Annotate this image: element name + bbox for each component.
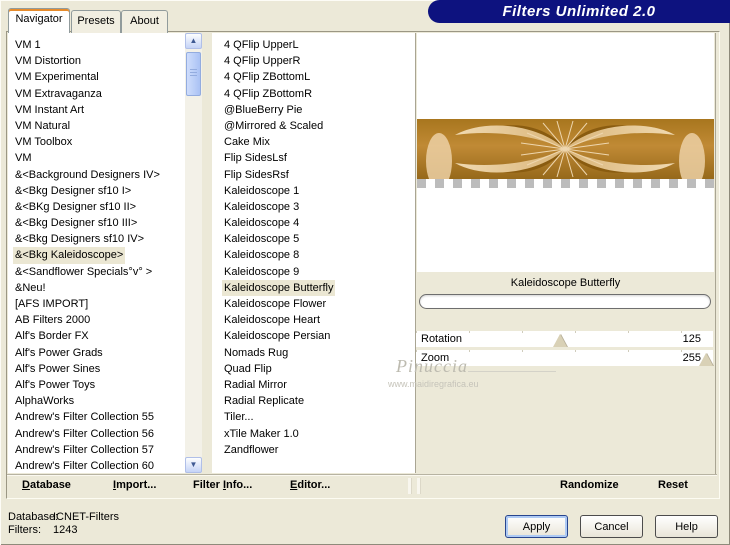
list-item[interactable]: AB Filters 2000 <box>8 312 185 328</box>
list-item[interactable]: Radial Mirror <box>222 377 415 393</box>
database-menu-item[interactable]: Database <box>22 479 71 491</box>
cancel-button[interactable]: Cancel <box>580 515 643 538</box>
watermark-name: Pinuccia <box>396 356 468 376</box>
list-item[interactable]: VM Extravaganza <box>8 86 185 102</box>
list-item[interactable]: Radial Replicate <box>222 393 415 409</box>
tab-about[interactable]: About <box>121 10 168 33</box>
tab-navigator[interactable]: Navigator <box>8 8 70 33</box>
list-item[interactable]: Kaleidoscope 1 <box>222 183 415 199</box>
kaleidoscope-preview-art <box>417 119 714 189</box>
import-menu-item[interactable]: Import... <box>113 479 156 491</box>
list-item[interactable]: Alf's Power Grads <box>8 345 185 361</box>
bottom-toolbar: Database Import... Filter Info... Editor… <box>7 474 717 497</box>
list-item[interactable]: Kaleidoscope 3 <box>222 199 415 215</box>
list-item[interactable]: &Neu! <box>8 280 185 296</box>
rotation-slider[interactable]: Rotation 125 <box>416 331 713 347</box>
list-item[interactable]: VM Experimental <box>8 69 185 85</box>
scroll-down-button[interactable]: ▼ <box>185 457 202 473</box>
list-item[interactable]: Alf's Power Toys <box>8 377 185 393</box>
list-item[interactable]: 4 QFlip ZBottomR <box>222 86 415 102</box>
chevron-down-icon: ▼ <box>189 460 198 469</box>
list-item[interactable]: Alf's Power Sines <box>8 361 185 377</box>
list-item[interactable]: Kaleidoscope Flower <box>222 296 415 312</box>
list-item[interactable]: Kaleidoscope 5 <box>222 231 415 247</box>
list-item[interactable]: &<Background Designers IV> <box>8 167 185 183</box>
editor-menu-item[interactable]: Editor... <box>290 479 330 491</box>
list-item[interactable]: [AFS IMPORT] <box>8 296 185 312</box>
database-status-value: ICNET-Filters <box>53 511 119 523</box>
list-item[interactable]: VM Instant Art <box>8 102 185 118</box>
list-item[interactable]: Nomads Rug <box>222 345 415 361</box>
preview-image[interactable] <box>417 33 714 272</box>
rotation-label: Rotation <box>421 333 462 345</box>
toolbar-separator <box>408 478 411 494</box>
list-item[interactable]: Flip SidesRsf <box>222 167 415 183</box>
filters-count-value: 1243 <box>53 524 78 536</box>
list-item[interactable]: Andrew's Filter Collection 60 <box>8 458 185 473</box>
list-item[interactable]: Kaleidoscope Persian <box>222 328 415 344</box>
list-item[interactable]: AlphaWorks <box>8 393 185 409</box>
toolbar-separator <box>417 478 420 494</box>
list-item[interactable]: Andrew's Filter Collection 55 <box>8 409 185 425</box>
transparency-checker <box>417 179 714 188</box>
list-item[interactable]: Kaleidoscope Heart <box>222 312 415 328</box>
filter-info-menu-item[interactable]: Filter Info... <box>193 479 252 491</box>
list-item[interactable]: &<Bkg Designer sf10 III> <box>8 215 185 231</box>
tab-presets[interactable]: Presets <box>71 10 121 33</box>
scrollbar-thumb[interactable] <box>186 52 201 96</box>
list-item[interactable]: &<Bkg Designers sf10 IV> <box>8 231 185 247</box>
list-item[interactable]: Tiler... <box>222 409 415 425</box>
list-item[interactable]: Andrew's Filter Collection 56 <box>8 426 185 442</box>
zoom-slider-thumb[interactable] <box>698 353 713 366</box>
selected-filter-name: Kaleidoscope Butterfly <box>510 277 621 289</box>
watermark-line <box>468 371 556 372</box>
randomize-button[interactable]: Randomize <box>560 479 619 491</box>
window-title: Filters Unlimited 2.0 <box>428 0 730 23</box>
list-item[interactable]: VM <box>8 150 185 166</box>
list-item[interactable]: Flip SidesLsf <box>222 150 415 166</box>
scroll-up-button[interactable]: ▲ <box>185 33 202 49</box>
chevron-up-icon: ▲ <box>189 36 198 45</box>
list-item[interactable]: VM Natural <box>8 118 185 134</box>
filters-unlimited-window: { "window": { "title": "Filters Unlimite… <box>0 0 730 545</box>
list-item[interactable]: &<BKg Designer sf10 II> <box>8 199 185 215</box>
list-item[interactable]: Kaleidoscope Butterfly <box>222 279 415 297</box>
progress-bar <box>419 294 711 309</box>
list-item[interactable]: @Mirrored & Scaled <box>222 118 415 134</box>
rotation-slider-thumb[interactable] <box>553 334 568 347</box>
database-status-label: Database: <box>8 511 59 523</box>
list-item[interactable]: xTile Maker 1.0 <box>222 426 415 442</box>
list-item[interactable]: Kaleidoscope 9 <box>222 264 415 280</box>
category-scrollbar[interactable]: ▲ ▼ <box>185 33 202 473</box>
list-item[interactable]: Zandflower <box>222 442 415 458</box>
list-item[interactable]: Andrew's Filter Collection 57 <box>8 442 185 458</box>
list-item[interactable]: Kaleidoscope 8 <box>222 247 415 263</box>
watermark-url: www.maidiregrafica.eu <box>388 379 479 389</box>
list-item[interactable]: @BlueBerry Pie <box>222 102 415 118</box>
list-item[interactable]: 4 QFlip UpperL <box>222 37 415 53</box>
filter-list[interactable]: 4 QFlip UpperL 4 QFlip UpperR 4 QFlip ZBot… <box>212 33 415 473</box>
list-item[interactable]: &<Bkg Designer sf10 I> <box>8 183 185 199</box>
list-item[interactable]: 4 QFlip UpperR <box>222 53 415 69</box>
list-item[interactable]: VM 1 <box>8 37 185 53</box>
preview-panel: Kaleidoscope Butterfly Rotation 125 Zoom… <box>416 33 715 495</box>
category-list[interactable]: VM 1 VM Distortion VM Experimental VM Extra… <box>8 33 185 473</box>
list-item[interactable]: Alf's Border FX <box>8 328 185 344</box>
list-item[interactable]: Cake Mix <box>222 134 415 150</box>
filters-count-label: Filters: <box>8 524 41 536</box>
list-item[interactable]: &<Bkg Kaleidoscope> <box>8 247 185 264</box>
list-item[interactable]: 4 QFlip ZBottomL <box>222 69 415 85</box>
list-item[interactable]: VM Toolbox <box>8 134 185 150</box>
list-item[interactable]: Kaleidoscope 4 <box>222 215 415 231</box>
rotation-value: 125 <box>682 333 701 345</box>
list-item[interactable]: Quad Flip <box>222 361 415 377</box>
reset-button[interactable]: Reset <box>658 479 688 491</box>
list-item[interactable]: VM Distortion <box>8 53 185 69</box>
help-button[interactable]: Help <box>655 515 718 538</box>
apply-button[interactable]: Apply <box>505 515 568 538</box>
list-item[interactable]: &<Sandflower Specials°v° > <box>8 264 185 280</box>
panel-right-edge <box>715 33 716 495</box>
